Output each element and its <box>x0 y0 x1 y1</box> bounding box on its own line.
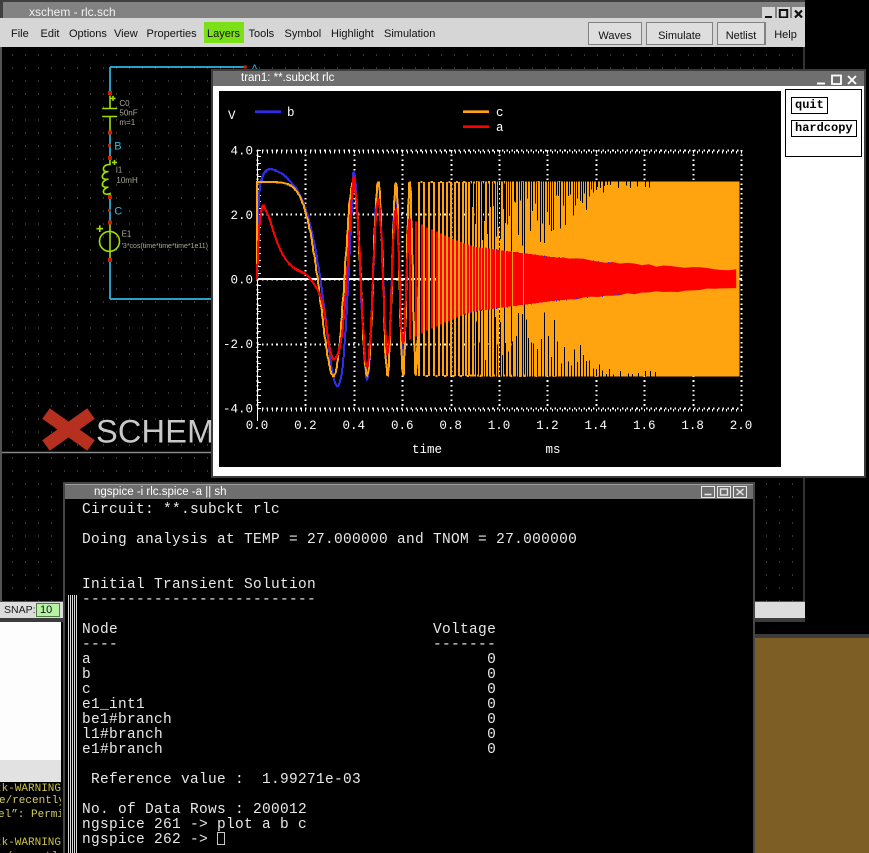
svg-text:B: B <box>114 141 121 153</box>
svg-text:-4.0: -4.0 <box>223 403 253 417</box>
svg-text:a: a <box>496 121 504 135</box>
svg-text:0.6: 0.6 <box>391 419 414 433</box>
svg-text:2.0: 2.0 <box>730 419 753 433</box>
svg-text:'3*cos(time*time*time*1e11): '3*cos(time*time*time*1e11) <box>122 243 208 250</box>
svg-text:0.0: 0.0 <box>246 419 269 433</box>
svg-text:b: b <box>287 106 295 120</box>
svg-text:1.4: 1.4 <box>585 419 608 433</box>
svg-text:0.2: 0.2 <box>294 419 317 433</box>
svg-text:-2.0: -2.0 <box>223 338 253 352</box>
svg-text:50nF: 50nF <box>119 109 137 118</box>
svg-text:c: c <box>496 106 504 120</box>
svg-text:time: time <box>412 443 442 457</box>
svg-text:C: C <box>114 206 122 218</box>
svg-text:0.0: 0.0 <box>230 274 253 288</box>
svg-text:0.4: 0.4 <box>343 419 366 433</box>
svg-text:1.8: 1.8 <box>681 419 704 433</box>
svg-text:V: V <box>228 109 236 123</box>
svg-text:C0: C0 <box>119 99 130 108</box>
svg-text:0.8: 0.8 <box>439 419 462 433</box>
svg-text:1.6: 1.6 <box>633 419 656 433</box>
svg-text:I1: I1 <box>116 166 123 175</box>
svg-text:ms: ms <box>545 443 560 457</box>
svg-text:2.0: 2.0 <box>230 209 253 223</box>
svg-text:E1: E1 <box>122 230 132 239</box>
svg-text:4.0: 4.0 <box>230 144 253 158</box>
svg-text:1.0: 1.0 <box>488 419 511 433</box>
svg-text:1.2: 1.2 <box>536 419 559 433</box>
svg-text:10mH: 10mH <box>116 176 138 185</box>
svg-text:SCHEM: SCHEM <box>96 414 214 450</box>
svg-text:m=1: m=1 <box>119 118 135 127</box>
